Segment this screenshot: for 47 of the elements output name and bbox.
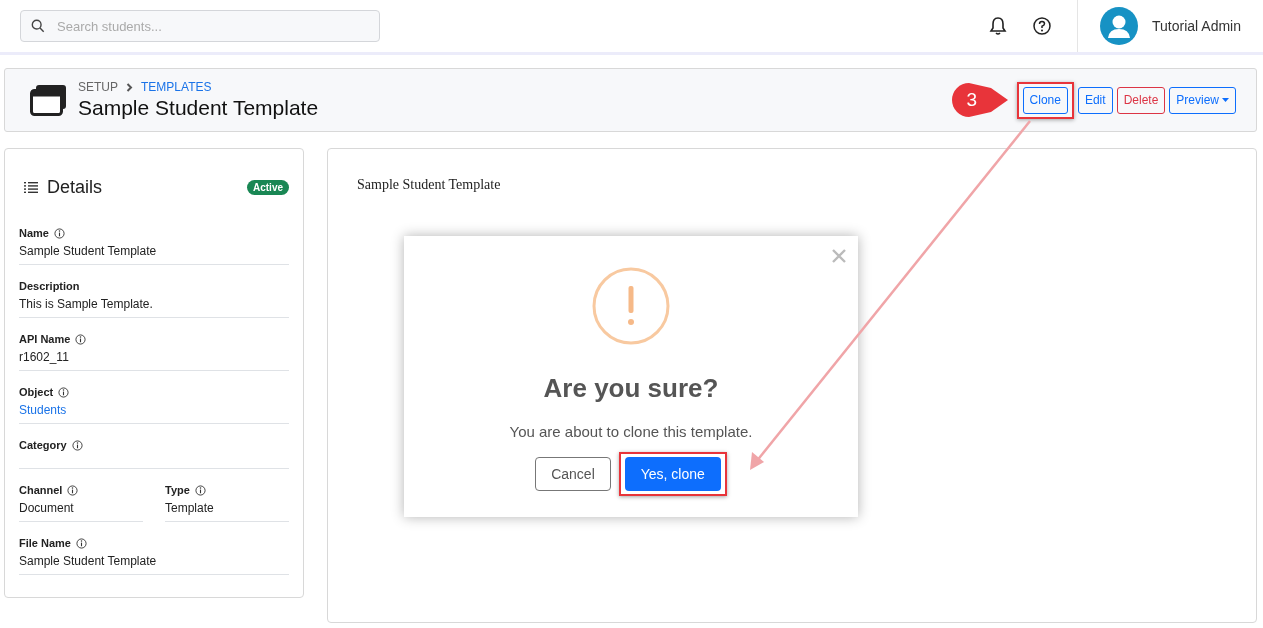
document-text: Sample Student Template [357,177,502,193]
field-value: Template [165,501,215,515]
dialog-message: You are about to clone this template. [509,423,753,440]
windows-icon [30,84,68,116]
action-button[interactable]: Clone [1022,86,1068,114]
field-label: Channel [19,484,63,496]
preview-dropdown[interactable]: Preview [1169,86,1236,114]
cancel-button[interactable]: Cancel [535,457,611,491]
field-link[interactable]: Students [19,403,289,417]
caret-icon [1222,98,1229,102]
field-label: Object [19,386,54,398]
confirm-button[interactable]: Yes, clone [624,457,721,491]
breadcrumb-item: SETUP [78,80,118,94]
info-icon[interactable] [58,386,70,398]
breadcrumb-item[interactable]: TEMPLATES [141,80,212,94]
field-value: Sample Student Template [19,244,158,258]
info-icon[interactable] [71,439,83,451]
field-label: API Name [19,333,71,345]
card-title: Details [47,176,104,198]
user-name[interactable]: Tutorial Admin [1152,18,1241,34]
field-value: This is Sample Template. [19,297,154,311]
search-field[interactable]: Search students... [20,10,380,42]
bell-icon[interactable] [989,16,1008,36]
page-title: Sample Student Template [78,96,320,120]
field-label: File Name [19,537,71,549]
action-button[interactable]: Edit [1077,86,1113,114]
info-icon[interactable] [194,484,206,496]
field-value: Sample Student Template [19,554,158,568]
field-label: Description [19,280,80,292]
field-value: Document [19,501,75,515]
field-value: r1602_11 [19,350,70,364]
info-icon[interactable] [75,537,87,549]
dialog-title: Are you sure? [543,373,719,404]
avatar-icon[interactable] [1100,7,1139,45]
info-icon[interactable] [67,484,79,496]
field-label: Category [19,439,67,451]
status-badge: Active [247,179,289,195]
chevron-icon [126,82,133,92]
info-icon[interactable] [53,227,65,239]
info-icon[interactable] [75,333,87,345]
delete-button[interactable]: Delete [1116,86,1166,114]
warning-icon [592,267,670,345]
help-icon[interactable] [1033,17,1052,35]
step-badge: 3 [950,82,1009,118]
list-icon [24,181,38,193]
field-label: Name [19,227,49,239]
field-label: Type [165,484,190,496]
